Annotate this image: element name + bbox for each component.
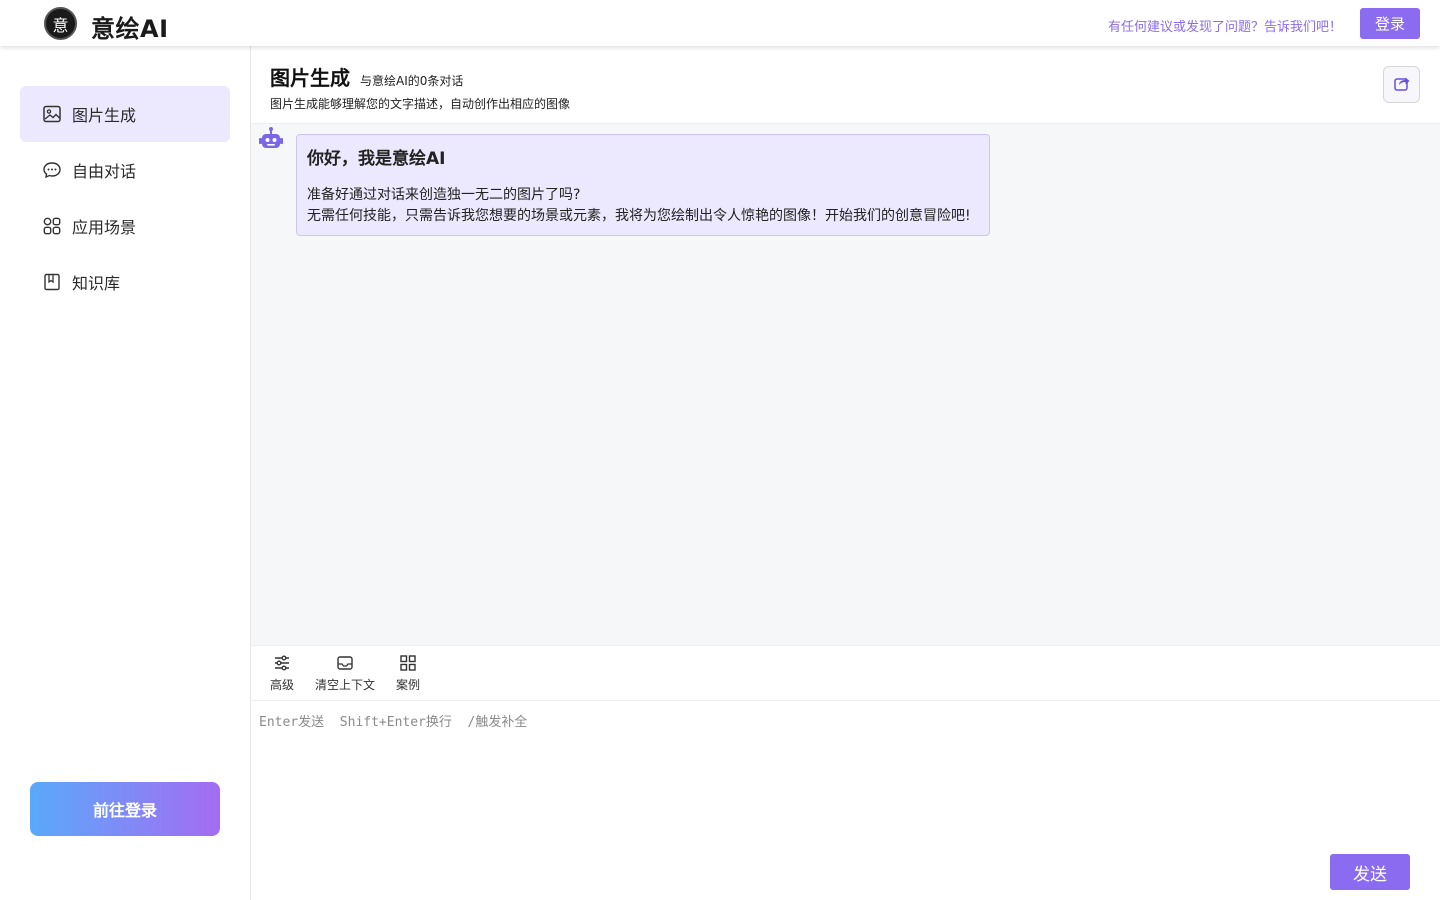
grid-icon [42,216,62,236]
robot-icon [258,126,284,152]
share-icon [1393,74,1411,96]
sidebar-item-label: 自由对话 [72,162,137,181]
tool-label: 清空上下文 [315,678,376,692]
main-panel: 图片生成 与意绘AI的0条对话 图片生成能够理解您的文字描述，自动创作出相应的图… [251,46,1440,900]
book-icon [42,272,62,292]
examples-button[interactable]: 案例 [396,654,420,693]
sidebar-item-knowledge-base[interactable]: 知识库 [20,254,230,310]
message-line: 无需任何技能，只需告诉我您想要的场景或元素，我将为您绘制出令人惊艳的图像！开始我… [307,208,971,224]
sidebar-item-label: 应用场景 [72,218,137,237]
chat-icon [42,160,62,180]
sidebar-item-scenarios[interactable]: 应用场景 [20,198,230,254]
brand-logo[interactable]: 意 [44,7,77,40]
tool-label: 高级 [270,678,295,692]
sidebar: 图片生成 自由对话 应用场景 知识库 前往登录 [0,46,251,900]
sidebar-item-label: 知识库 [72,274,121,293]
message-title: 你好，我是意绘AI [307,149,446,169]
image-icon [42,104,62,124]
page-header: 图片生成 与意绘AI的0条对话 图片生成能够理解您的文字描述，自动创作出相应的图… [251,46,1440,124]
clear-context-button[interactable]: 清空上下文 [315,654,375,693]
logo-glyph: 意 [52,15,69,35]
sidebar-item-label: 图片生成 [72,106,137,125]
input-toolbar: 高级 清空上下文 案例 [251,645,1440,701]
send-button[interactable]: 发送 [1330,854,1410,890]
conversation-count: 与意绘AI的0条对话 [360,74,464,88]
page-description: 图片生成能够理解您的文字描述，自动创作出相应的图像 [270,97,571,111]
welcome-message: 你好，我是意绘AI 准备好通过对话来创造独一无二的图片了吗? 无需任何技能，只需… [296,134,990,236]
sliders-icon [273,654,291,672]
sidebar-item-image-generation[interactable]: 图片生成 [20,86,230,142]
advanced-button[interactable]: 高级 [270,654,294,693]
clear-icon [336,654,354,672]
page-title: 图片生成 [270,66,350,90]
login-button[interactable]: 登录 [1360,8,1420,39]
chat-area: 你好，我是意绘AI 准备好通过对话来创造独一无二的图片了吗? 无需任何技能，只需… [251,124,1440,645]
tool-label: 案例 [396,678,421,692]
message-line: 准备好通过对话来创造独一无二的图片了吗? [307,187,581,203]
message-input[interactable] [259,711,1429,841]
sidebar-item-free-chat[interactable]: 自由对话 [20,142,230,198]
apps-icon [399,654,417,672]
top-header: 意 意绘AI 有任何建议或发现了问题？告诉我们吧！ 登录 [0,0,1440,46]
brand-name[interactable]: 意绘AI [91,9,169,44]
feedback-link[interactable]: 有任何建议或发现了问题？告诉我们吧！ [1108,16,1342,35]
input-area: 发送 [251,701,1440,900]
goto-login-button[interactable]: 前往登录 [30,782,220,836]
share-button[interactable] [1383,66,1420,103]
